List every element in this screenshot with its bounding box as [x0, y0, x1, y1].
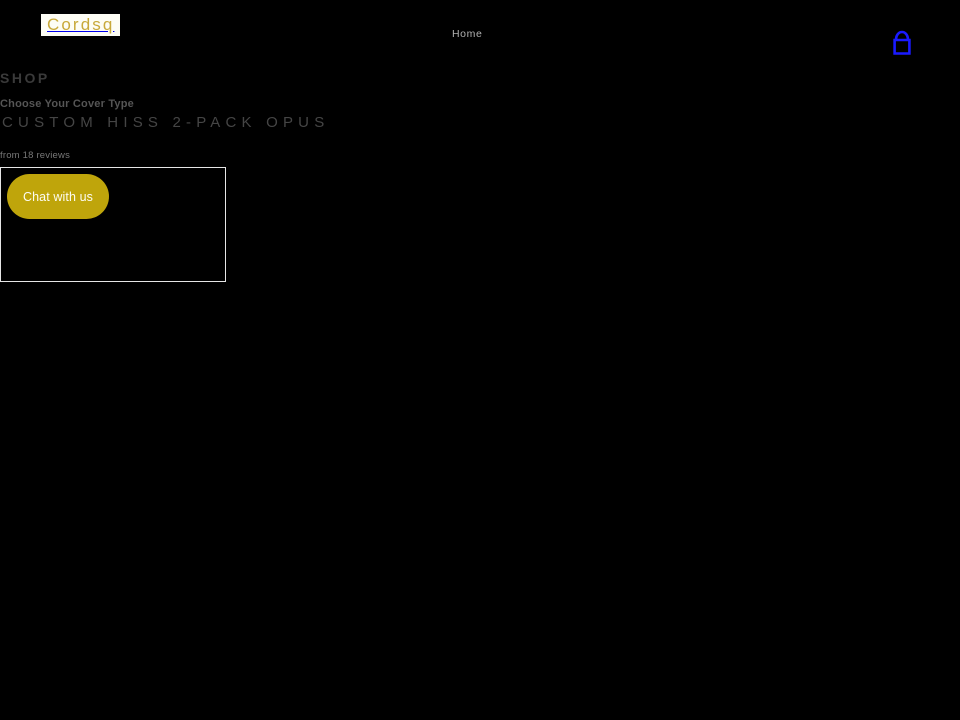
review-count-text: from 18 reviews	[0, 150, 71, 161]
main-navigation: Home	[452, 24, 482, 42]
page-title: SHOP	[0, 70, 50, 87]
nav-item-home[interactable]: Home	[452, 28, 482, 40]
site-logo[interactable]: Cordsq	[41, 14, 121, 36]
shopping-bag-icon	[889, 28, 915, 58]
cart-button[interactable]	[889, 28, 915, 58]
cover-type-label: Choose Your Cover Type	[0, 98, 134, 110]
site-header: Cordsq Home	[0, 0, 960, 62]
chat-with-us-button[interactable]: Chat with us	[7, 174, 109, 219]
site-logo-text: Cordsq	[47, 15, 115, 34]
chat-widget: Chat with us	[0, 167, 226, 282]
variant-option-custom-hiss-2-pack-opus[interactable]: CUSTOM HISS 2-PACK OPUS	[2, 114, 329, 131]
